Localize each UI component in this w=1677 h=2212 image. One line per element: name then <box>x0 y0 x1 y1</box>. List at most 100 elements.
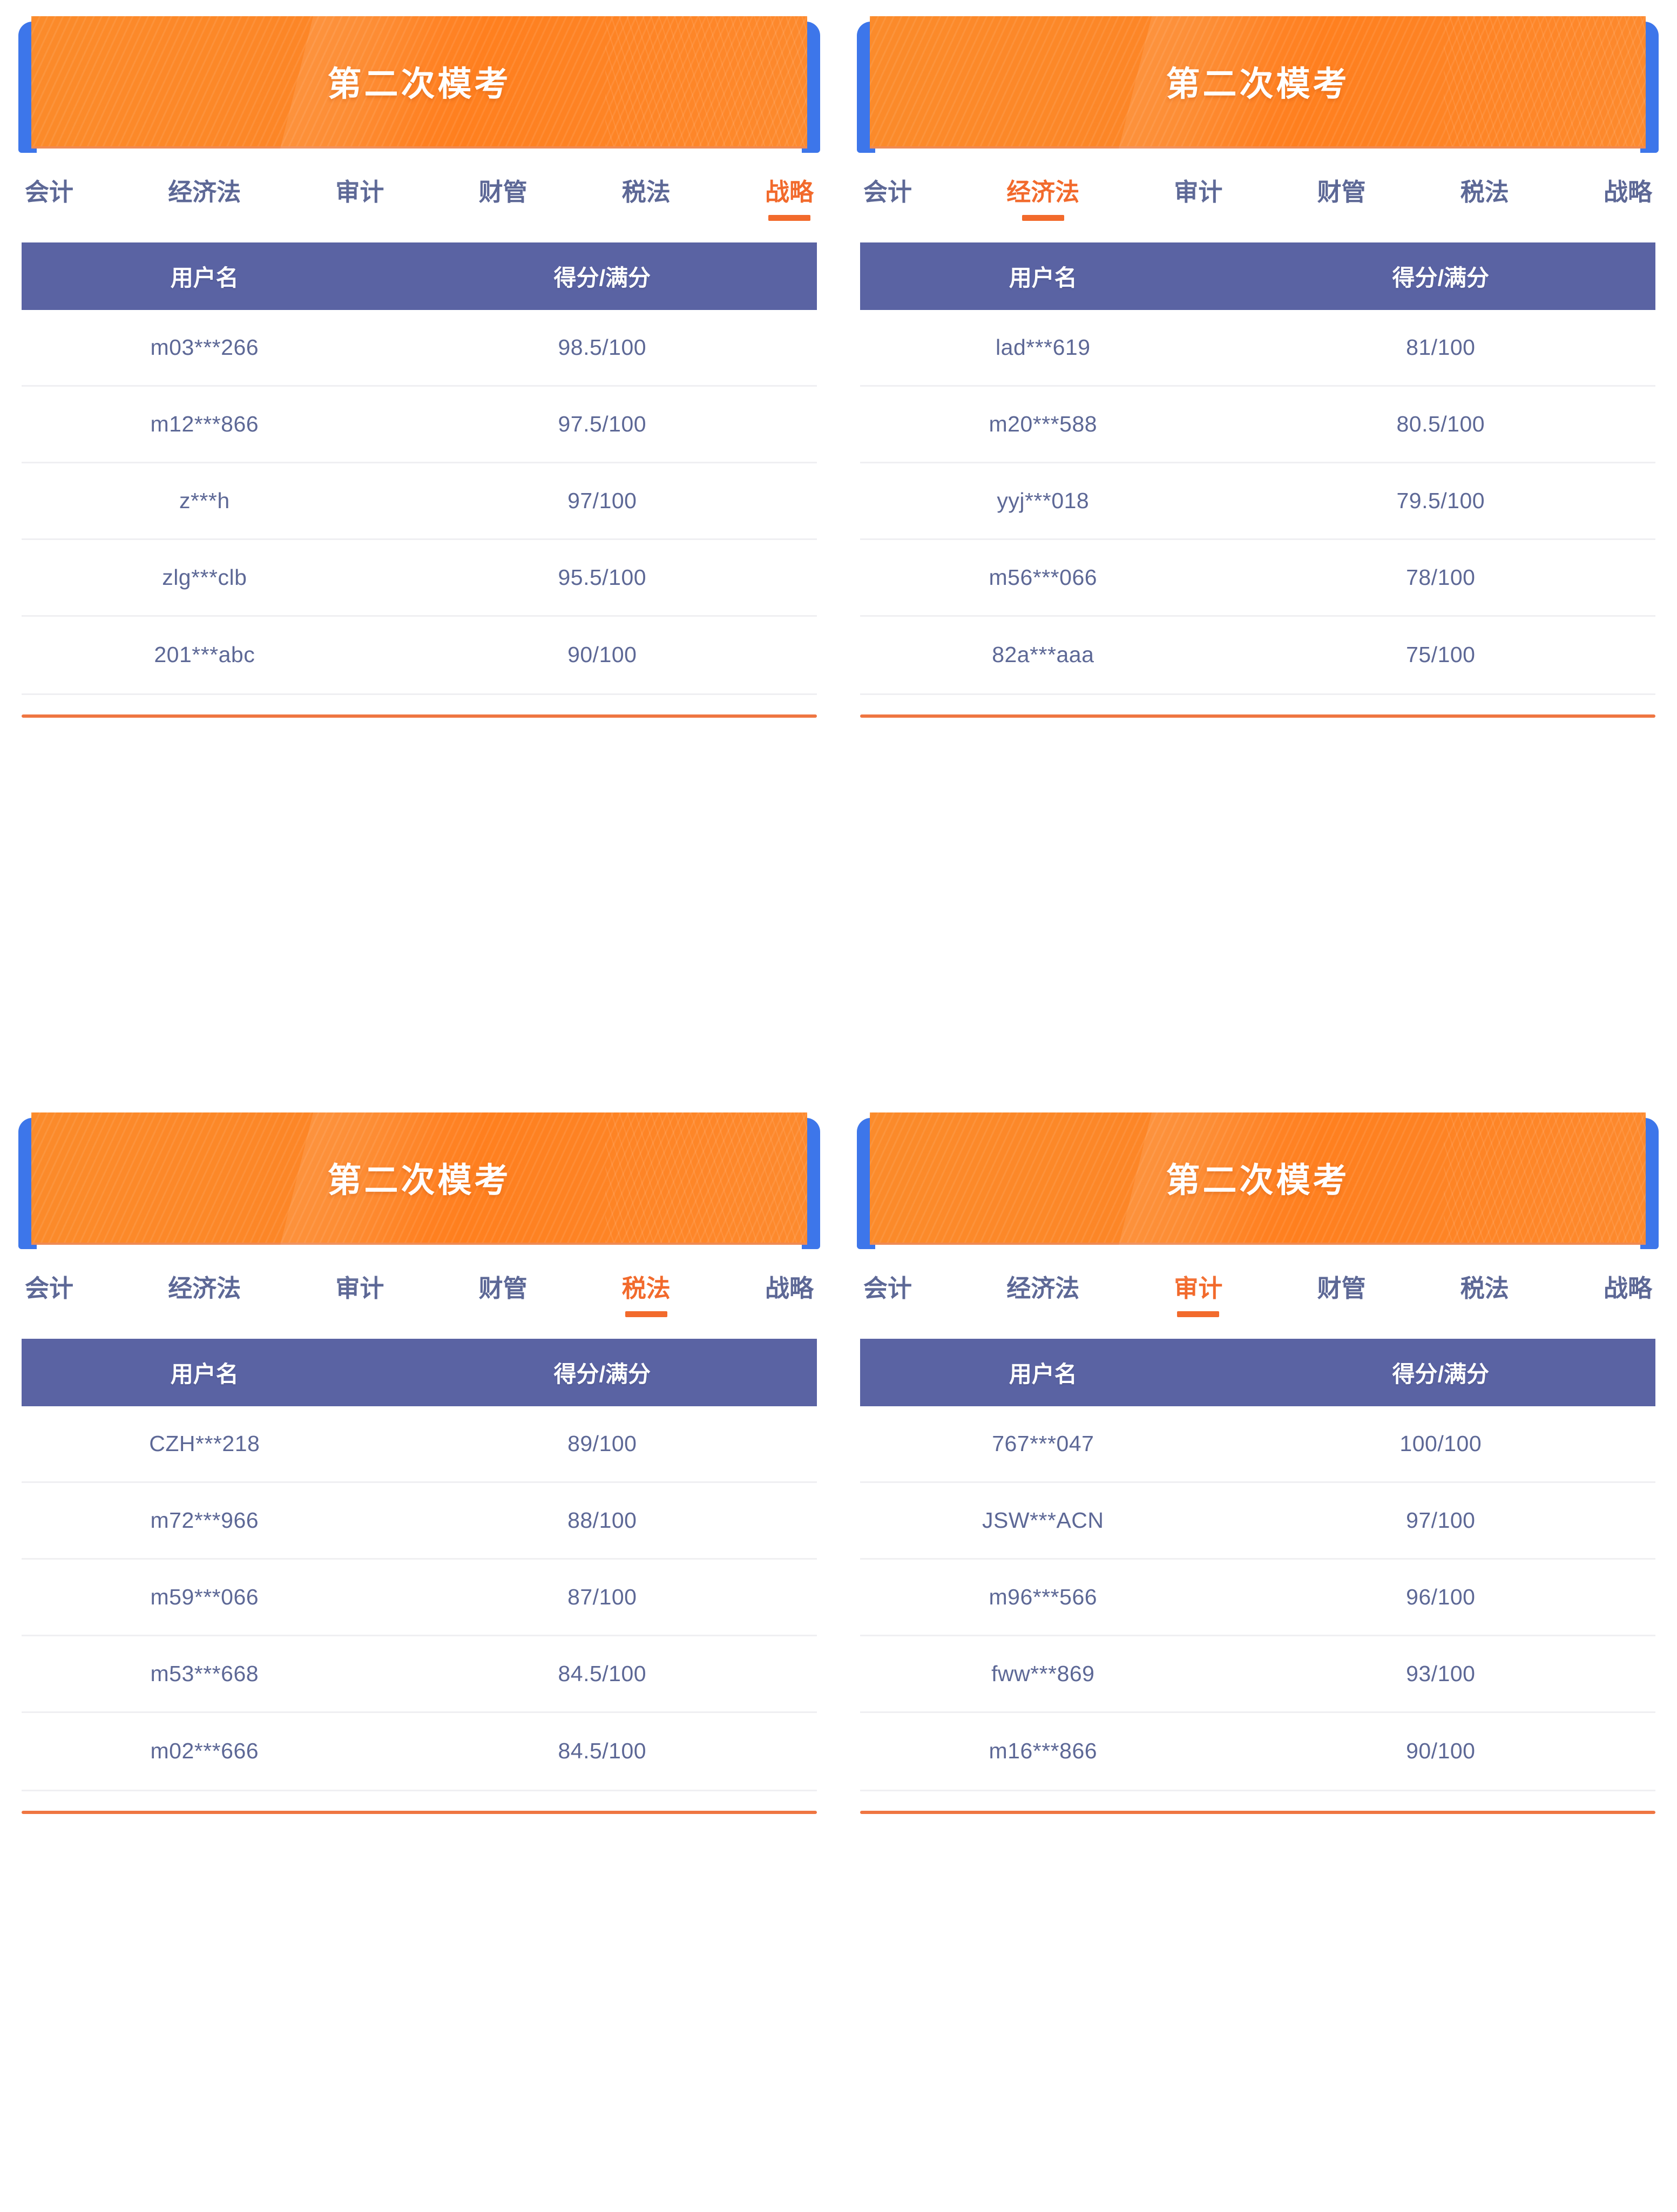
table-row[interactable]: m20***588 80.5/100 <box>860 387 1655 463</box>
tab-active-underline <box>768 214 810 221</box>
tab-item[interactable]: 战略 <box>1600 179 1655 224</box>
ranking-table: 用户名 得分/满分 m03***266 98.5/100 m12***866 97.5/1… <box>22 242 817 693</box>
cell-username: m16***866 <box>989 1738 1098 1763</box>
tab-item[interactable]: 会计 <box>860 179 915 224</box>
cell-score: 95.5/100 <box>558 564 647 590</box>
column-header-score: 得分/满分 <box>553 1361 651 1387</box>
table-row[interactable]: m72***966 88/100 <box>22 1483 817 1560</box>
cell-username: m53***668 <box>150 1661 259 1686</box>
tab-label: 战略 <box>1603 178 1652 206</box>
table-row[interactable]: m16***866 90/100 <box>860 1713 1655 1790</box>
tab-label: 经济法 <box>168 1274 241 1302</box>
table-row[interactable]: m03***266 98.5/100 <box>22 310 817 387</box>
table-row[interactable]: m53***668 84.5/100 <box>22 1636 817 1713</box>
table-row[interactable]: m96***566 96/100 <box>860 1560 1655 1636</box>
table-footer-spacer <box>838 695 1677 714</box>
panel-bottom-orange-rule <box>860 1810 1655 1814</box>
tab-label: 审计 <box>1174 178 1223 206</box>
ranking-table: 用户名 得分/满分 lad***619 81/100 m20***588 80.5/100… <box>860 242 1655 693</box>
tab-item[interactable]: 经济法 <box>165 179 244 224</box>
cell-username: lad***619 <box>996 334 1091 360</box>
table-footer-spacer <box>838 1791 1677 1811</box>
cell-score: 97/100 <box>1406 1507 1476 1533</box>
cell-username: m02***666 <box>150 1738 259 1763</box>
table-row[interactable]: 82a***aaa 75/100 <box>860 617 1655 693</box>
subject-tabs: 会计 经济法 审计 财管 税法 战略 <box>22 149 817 224</box>
table-row[interactable]: m56***066 78/100 <box>860 540 1655 617</box>
banner-title: 第二次模考 <box>1166 1162 1350 1199</box>
cell-score: 78/100 <box>1406 564 1476 590</box>
tab-label: 战略 <box>765 178 814 206</box>
tab-item[interactable]: 税法 <box>1457 1275 1512 1320</box>
banner: 第二次模考 <box>18 1112 820 1249</box>
tab-item[interactable]: 战略 <box>1600 1275 1655 1320</box>
table-row[interactable]: lad***619 81/100 <box>860 310 1655 387</box>
cell-username: CZH***218 <box>149 1431 260 1456</box>
tab-label: 税法 <box>1460 1274 1509 1302</box>
banner: 第二次模考 <box>857 1112 1659 1249</box>
table-row[interactable]: yyj***018 79.5/100 <box>860 463 1655 540</box>
tab-active[interactable]: 审计 <box>1171 1275 1226 1320</box>
cell-score: 90/100 <box>1406 1738 1476 1763</box>
tab-item[interactable]: 财管 <box>1314 1275 1369 1320</box>
column-header-score: 得分/满分 <box>553 265 651 291</box>
subject-tabs: 会计 经济法 审计 财管 税法 战略 <box>860 1245 1655 1320</box>
tab-label: 战略 <box>1603 1274 1652 1302</box>
cell-score: 90/100 <box>567 642 637 667</box>
tab-active[interactable]: 税法 <box>619 1275 674 1320</box>
cell-score: 98.5/100 <box>558 334 647 360</box>
tab-item[interactable]: 会计 <box>22 179 77 224</box>
exam-leaderboard-panel: 第二次模考 会计 经济法 审计 财管 税法 战略 用户名 得分/满分 767***047 100/1… <box>838 1096 1677 2212</box>
tab-label: 审计 <box>1174 1274 1223 1302</box>
tab-item[interactable]: 税法 <box>619 179 674 224</box>
tab-item[interactable]: 战略 <box>762 1275 817 1320</box>
table-row[interactable]: 201***abc 90/100 <box>22 617 817 693</box>
banner: 第二次模考 <box>857 16 1659 153</box>
tab-active[interactable]: 战略 <box>762 179 817 224</box>
exam-leaderboard-panel: 第二次模考 会计 经济法 审计 财管 税法 战略 用户名 得分/满分 lad***619 81/10… <box>838 0 1677 1096</box>
tab-item[interactable]: 经济法 <box>165 1275 244 1320</box>
table-row[interactable]: m12***866 97.5/100 <box>22 387 817 463</box>
cell-score: 97/100 <box>567 488 637 513</box>
tab-label: 审计 <box>335 178 384 206</box>
table-row[interactable]: zlg***clb 95.5/100 <box>22 540 817 617</box>
table-footer-spacer <box>0 695 838 714</box>
tab-item[interactable]: 审计 <box>1171 179 1226 224</box>
tab-item[interactable]: 财管 <box>476 179 531 224</box>
banner-surface: 第二次模考 <box>31 1112 807 1245</box>
tab-item[interactable]: 会计 <box>860 1275 915 1320</box>
tab-item[interactable]: 经济法 <box>1003 1275 1083 1320</box>
tab-label: 经济法 <box>1006 1274 1080 1302</box>
banner-title: 第二次模考 <box>327 65 511 103</box>
tab-item[interactable]: 会计 <box>22 1275 77 1320</box>
cell-score: 89/100 <box>567 1431 637 1456</box>
tab-item[interactable]: 财管 <box>476 1275 531 1320</box>
table-row[interactable]: CZH***218 89/100 <box>22 1406 817 1483</box>
exam-leaderboard-panel: 第二次模考 会计 经济法 审计 财管 税法 战略 用户名 得分/满分 CZH***218 89/10… <box>0 1096 838 2212</box>
table-row[interactable]: m02***666 84.5/100 <box>22 1713 817 1790</box>
banner-surface: 第二次模考 <box>870 16 1646 149</box>
cell-username: JSW***ACN <box>982 1507 1104 1533</box>
tab-active[interactable]: 经济法 <box>1003 179 1083 224</box>
banner: 第二次模考 <box>18 16 820 153</box>
cell-score: 81/100 <box>1406 334 1476 360</box>
column-header-username: 用户名 <box>170 265 239 291</box>
column-header-score: 得分/满分 <box>1392 265 1490 291</box>
table-row[interactable]: JSW***ACN 97/100 <box>860 1483 1655 1560</box>
table-row[interactable]: m59***066 87/100 <box>22 1560 817 1636</box>
tab-label: 财管 <box>1317 178 1366 206</box>
tab-item[interactable]: 税法 <box>1457 179 1512 224</box>
panel-bottom-orange-rule <box>860 714 1655 718</box>
tab-item[interactable]: 审计 <box>332 1275 387 1320</box>
tab-item[interactable]: 财管 <box>1314 179 1369 224</box>
tab-item[interactable]: 审计 <box>332 179 387 224</box>
tab-label: 税法 <box>1460 178 1509 206</box>
cell-username: m03***266 <box>150 334 259 360</box>
cell-username: zlg***clb <box>162 564 247 590</box>
table-row[interactable]: 767***047 100/100 <box>860 1406 1655 1483</box>
panel-bottom-orange-rule <box>22 714 817 718</box>
cell-username: m96***566 <box>989 1584 1098 1609</box>
cell-score: 87/100 <box>567 1584 637 1609</box>
table-row[interactable]: z***h 97/100 <box>22 463 817 540</box>
table-row[interactable]: fww***869 93/100 <box>860 1636 1655 1713</box>
